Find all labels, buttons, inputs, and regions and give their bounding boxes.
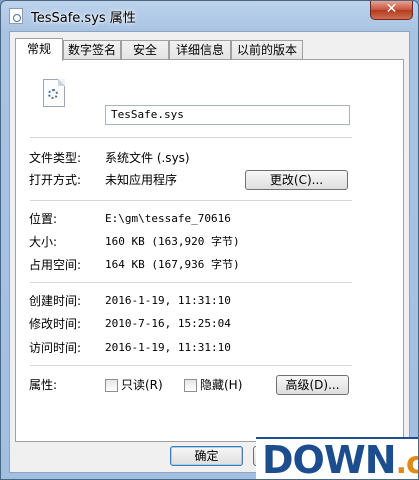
divider — [30, 137, 352, 138]
system-file-icon — [43, 79, 65, 107]
attributes-label: 属性: — [29, 378, 58, 392]
dialog-client: 常规 数字签名 安全 详细信息 以前的版本 TesSafe.sys 文件类型: … — [9, 31, 410, 473]
opens-with-value: 未知应用程序 — [105, 173, 178, 187]
hidden-label[interactable]: 隐藏(H) — [200, 378, 242, 392]
file-type-label: 文件类型: — [29, 151, 82, 165]
watermark-suffix: .cc — [395, 446, 418, 480]
size-label: 大小: — [29, 235, 58, 249]
tab-security[interactable]: 安全 — [121, 40, 169, 60]
modified-value: 2010-7-16, 15:25:04 — [105, 317, 231, 330]
watermark-logo: DOWN.cc — [256, 437, 418, 480]
ok-button[interactable]: 确定 — [170, 446, 243, 466]
advanced-button[interactable]: 高级(D)... — [276, 375, 349, 395]
close-icon: ✕ — [385, 1, 398, 17]
location-value: E:\gm\tessafe_70616 — [105, 212, 231, 225]
tab-digital-signature[interactable]: 数字签名 — [63, 40, 121, 60]
tab-previous-versions[interactable]: 以前的版本 — [231, 40, 303, 60]
divider — [30, 365, 352, 366]
system-file-icon — [9, 8, 23, 24]
tab-details[interactable]: 详细信息 — [169, 40, 231, 60]
title-bar[interactable]: TesSafe.sys 属性 ✕ — [1, 1, 418, 31]
accessed-label: 访问时间: — [29, 341, 82, 355]
disk-size-value: 164 KB (167,936 字节) — [105, 258, 240, 271]
divider — [30, 282, 352, 283]
file-type-value: 系统文件 (.sys) — [105, 151, 190, 165]
hidden-checkbox[interactable] — [184, 379, 197, 392]
created-value: 2016-1-19, 11:31:10 — [105, 294, 231, 307]
watermark-main: DOWN — [262, 438, 397, 480]
size-value: 160 KB (163,920 字节) — [105, 235, 240, 248]
created-label: 创建时间: — [29, 294, 82, 308]
window-title: TesSafe.sys 属性 — [31, 11, 136, 26]
gear-icon — [48, 89, 58, 99]
opens-with-label: 打开方式: — [29, 173, 82, 187]
location-label: 位置: — [29, 212, 58, 226]
divider — [30, 200, 352, 201]
change-button[interactable]: 更改(C)... — [245, 170, 348, 190]
readonly-label[interactable]: 只读(R) — [121, 378, 163, 392]
disk-size-label: 占用空间: — [29, 258, 82, 272]
close-button[interactable]: ✕ — [370, 1, 413, 20]
readonly-checkbox[interactable] — [105, 379, 118, 392]
tab-general[interactable]: 常规 — [15, 38, 63, 61]
general-panel: TesSafe.sys 文件类型: 系统文件 (.sys) 打开方式: 未知应用… — [15, 59, 404, 442]
accessed-value: 2016-1-19, 11:31:10 — [105, 341, 231, 354]
modified-label: 修改时间: — [29, 317, 82, 331]
file-name-input[interactable]: TesSafe.sys — [105, 105, 350, 125]
properties-window: TesSafe.sys 属性 ✕ 常规 数字签名 安全 详细信息 以前的版本 T… — [0, 0, 419, 480]
